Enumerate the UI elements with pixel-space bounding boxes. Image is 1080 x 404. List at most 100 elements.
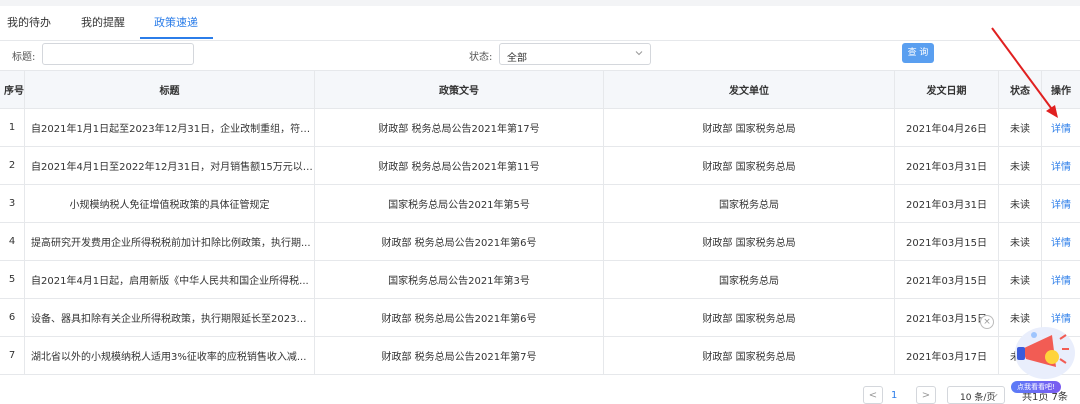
table-row[interactable]: 1 自2021年1月1日起至2023年12月31日，企业改制重组，符合... 财政部… [0, 108, 1080, 147]
cell-date: 2021年03月31日 [895, 184, 999, 222]
cell-doc-no-text: 财政部 税务总局公告2021年第17号 [378, 123, 540, 135]
active-tab-indicator [140, 37, 213, 39]
cell-status-text: 未读 [1010, 199, 1030, 211]
cell-title: 设备、器具扣除有关企业所得税政策，执行期限延长至2023年... [25, 298, 315, 336]
next-page-button[interactable]: > [916, 386, 936, 404]
details-link[interactable]: 详情 [1051, 234, 1071, 249]
status-filter-select[interactable]: 全部 [499, 43, 651, 65]
cell-issuer-text: 国家税务总局 [719, 199, 779, 211]
column-header: 操作 [1051, 86, 1071, 97]
policy-table: 序号 标题 政策文号 发文单位 发文日期 状态 操作 1 自2021年1月1日起至2023年12… [0, 70, 1080, 375]
cell-no-text: 4 [8, 235, 16, 247]
cell-title-text: 设备、器具扣除有关企业所得税政策，执行期限延长至2023年... [31, 313, 314, 325]
details-link[interactable]: 详情 [1051, 120, 1071, 135]
cell-doc-no: 财政部 税务总局公告2021年第11号 [315, 146, 604, 184]
cell-issuer: 财政部 国家税务总局 [604, 222, 895, 260]
cell-status-text: 未读 [1010, 237, 1030, 249]
table-row[interactable]: 4 提高研究开发费用企业所得税税前加计扣除比例政策，执行期... 财政部 税务总局公… [0, 222, 1080, 261]
cell-issuer-text: 国家税务总局 [719, 275, 779, 287]
status-filter-label: 状态: [469, 52, 493, 63]
title-filter-input-box[interactable] [42, 43, 194, 65]
table-row[interactable]: 2 自2021年4月1日至2022年12月31日，对月销售额15万元以下... 财政… [0, 146, 1080, 185]
cell-date-text: 2021年03月31日 [906, 161, 987, 173]
widget-close-button[interactable]: × [980, 315, 994, 329]
cell-no-text: 1 [8, 121, 16, 133]
table-row[interactable]: 5 自2021年4月1日起，启用新版《中华人民共和国企业所得税... 国家税务总局公… [0, 260, 1080, 299]
cell-doc-no: 国家税务总局公告2021年第3号 [315, 260, 604, 298]
details-link[interactable]: 详情 [1051, 158, 1071, 173]
tab-policy-express[interactable]: 政策速递 [154, 6, 198, 39]
column-header: 发文单位 [604, 71, 895, 108]
cell-title-text: 提高研究开发费用企业所得税税前加计扣除比例政策，执行期... [31, 237, 311, 249]
cell-status: 未读 [999, 108, 1042, 146]
cell-issuer-text: 财政部 国家税务总局 [702, 313, 796, 325]
cell-issuer: 国家税务总局 [604, 184, 895, 222]
cell-no: 1 [0, 108, 25, 146]
cell-date-text: 2021年03月15日 [906, 275, 987, 287]
cell-doc-no: 财政部 税务总局公告2021年第7号 [315, 336, 604, 374]
cell-status-text: 未读 [1010, 161, 1030, 173]
query-button[interactable]: 查 询 [902, 43, 934, 63]
cell-title-text: 湖北省以外的小规模纳税人适用3%征收率的应税销售收入减... [31, 351, 307, 363]
title-filter-label: 标题: [12, 52, 36, 63]
cell-doc-no-text: 国家税务总局公告2021年第5号 [388, 199, 530, 211]
cell-date-text: 2021年03月15日 [906, 237, 987, 249]
prev-page-button[interactable]: < [863, 386, 883, 404]
cell-no-text: 5 [8, 273, 16, 285]
cell-action[interactable]: 详情 [1042, 146, 1080, 184]
cell-doc-no-text: 财政部 税务总局公告2021年第6号 [381, 237, 537, 249]
title-filter-input[interactable] [43, 44, 193, 64]
cell-no: 7 [0, 336, 25, 374]
cell-action[interactable]: 详情 [1042, 260, 1080, 298]
cell-date-text: 2021年03月31日 [906, 199, 987, 211]
cell-status: 未读 [999, 222, 1042, 260]
cell-title: 自2021年4月1日起，启用新版《中华人民共和国企业所得税... [25, 260, 315, 298]
cell-no: 5 [0, 260, 25, 298]
details-link[interactable]: 详情 [1051, 272, 1071, 287]
cell-issuer: 财政部 国家税务总局 [604, 336, 895, 374]
cell-title: 小规模纳税人免征增值税政策的具体征管规定 [25, 184, 315, 222]
current-page-number[interactable]: 1 [891, 390, 897, 401]
cell-title-text: 自2021年4月1日至2022年12月31日，对月销售额15万元以下... [31, 161, 314, 173]
cell-doc-no-text: 国家税务总局公告2021年第3号 [388, 275, 530, 287]
table-header: 序号 标题 政策文号 发文单位 发文日期 状态 操作 [0, 71, 1080, 109]
column-header: 政策文号 [315, 71, 604, 108]
cell-doc-no-text: 财政部 税务总局公告2021年第6号 [381, 313, 537, 325]
cell-no-text: 7 [8, 349, 16, 361]
cell-action[interactable]: 详情 [1042, 222, 1080, 260]
cell-no: 6 [0, 298, 25, 336]
cell-no: 2 [0, 146, 25, 184]
cell-issuer: 财政部 国家税务总局 [604, 108, 895, 146]
tab-my-reminders[interactable]: 我的提醒 [81, 6, 125, 39]
cell-date-text: 2021年03月17日 [906, 351, 987, 363]
cell-title-text: 自2021年4月1日起，启用新版《中华人民共和国企业所得税... [31, 275, 309, 287]
tab-bar: 我的待办 我的提醒 政策速递 [0, 6, 1080, 41]
cell-date: 2021年04月26日 [895, 108, 999, 146]
chevron-down-icon [991, 393, 998, 398]
cell-status-text: 未读 [1010, 275, 1030, 287]
cell-no-text: 6 [8, 311, 16, 323]
tab-my-todo[interactable]: 我的待办 [7, 6, 51, 39]
cell-date-text: 2021年03月15日 [906, 313, 987, 325]
cell-no-text: 2 [8, 159, 16, 171]
details-link[interactable]: 详情 [1051, 196, 1071, 211]
cell-status: 未读 [999, 146, 1042, 184]
cell-no: 4 [0, 222, 25, 260]
widget-label[interactable]: 点我看看吧! [1011, 381, 1061, 393]
cell-status: 未读 [999, 260, 1042, 298]
pagination: < 1 > 10 条/页 共1页 7条 [0, 380, 1080, 404]
cell-status-text: 未读 [1010, 123, 1030, 135]
cell-issuer: 财政部 国家税务总局 [604, 298, 895, 336]
cell-date: 2021年03月15日 [895, 260, 999, 298]
cell-doc-no: 财政部 税务总局公告2021年第6号 [315, 298, 604, 336]
cell-action[interactable]: 详情 [1042, 184, 1080, 222]
cell-issuer-text: 财政部 国家税务总局 [702, 351, 796, 363]
table-row[interactable]: 7 湖北省以外的小规模纳税人适用3%征收率的应税销售收入减... 财政部 税务总局公… [0, 336, 1080, 375]
cell-no: 3 [0, 184, 25, 222]
cell-action[interactable]: 详情 [1042, 108, 1080, 146]
table-row[interactable]: 6 设备、器具扣除有关企业所得税政策，执行期限延长至2023年... 财政部 税务总… [0, 298, 1080, 337]
page-size-select[interactable]: 10 条/页 [947, 386, 1005, 404]
cell-doc-no-text: 财政部 税务总局公告2021年第11号 [378, 161, 540, 173]
cell-issuer: 国家税务总局 [604, 260, 895, 298]
table-row[interactable]: 3 小规模纳税人免征增值税政策的具体征管规定 国家税务总局公告2021年第5号 国家税… [0, 184, 1080, 223]
